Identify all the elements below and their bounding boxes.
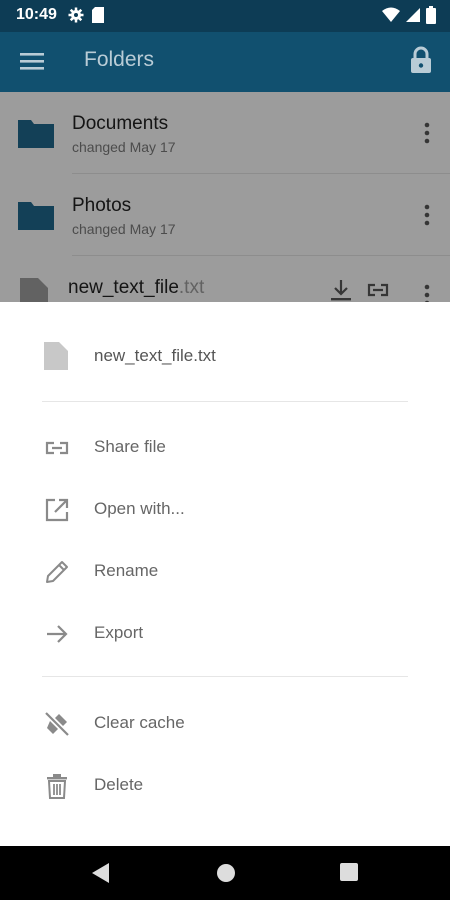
hamburger-menu-icon[interactable] (20, 50, 46, 74)
action-label: Clear cache (94, 713, 185, 732)
app-bar: Folders (0, 32, 450, 92)
open-with-action[interactable]: Open with... (0, 484, 450, 534)
action-label: Export (94, 623, 144, 642)
share-link-icon (44, 435, 70, 461)
wifi-icon (382, 7, 400, 28)
sheet-header: new_text_file.txt (0, 332, 450, 382)
bottom-sheet: new_text_file.txt Share file Open with..… (0, 302, 450, 846)
clear-cache-icon (44, 711, 70, 737)
export-action[interactable]: Export (0, 608, 450, 658)
action-label: Delete (94, 775, 144, 794)
file-icon (44, 342, 68, 375)
trash-icon (44, 773, 70, 799)
battery-icon (426, 6, 436, 29)
clear-cache-action[interactable]: Clear cache (0, 698, 450, 748)
settings-gear-icon (68, 7, 84, 28)
action-label: Share file (94, 437, 166, 456)
action-label: Rename (94, 561, 159, 580)
home-icon[interactable] (216, 863, 236, 888)
recents-icon[interactable] (340, 863, 358, 886)
signal-icon (406, 7, 420, 28)
delete-action[interactable]: Delete (0, 760, 450, 810)
pencil-icon (44, 559, 70, 585)
modal-scrim[interactable] (0, 92, 450, 302)
status-bar: 10:49 (0, 0, 450, 32)
action-label: Open with... (94, 499, 185, 518)
page-title: Folders (84, 48, 155, 71)
rename-action[interactable]: Rename (0, 546, 450, 596)
share-file-action[interactable]: Share file (0, 422, 450, 472)
sd-card-icon (92, 7, 104, 28)
sheet-file-name: new_text_file.txt (94, 346, 216, 365)
divider (42, 676, 408, 677)
back-icon[interactable] (92, 863, 110, 888)
status-time: 10:49 (16, 6, 57, 23)
open-external-icon (44, 497, 70, 523)
arrow-right-icon (44, 621, 70, 647)
system-navigation-bar (0, 846, 450, 900)
lock-icon[interactable] (410, 46, 434, 76)
divider (42, 401, 408, 402)
